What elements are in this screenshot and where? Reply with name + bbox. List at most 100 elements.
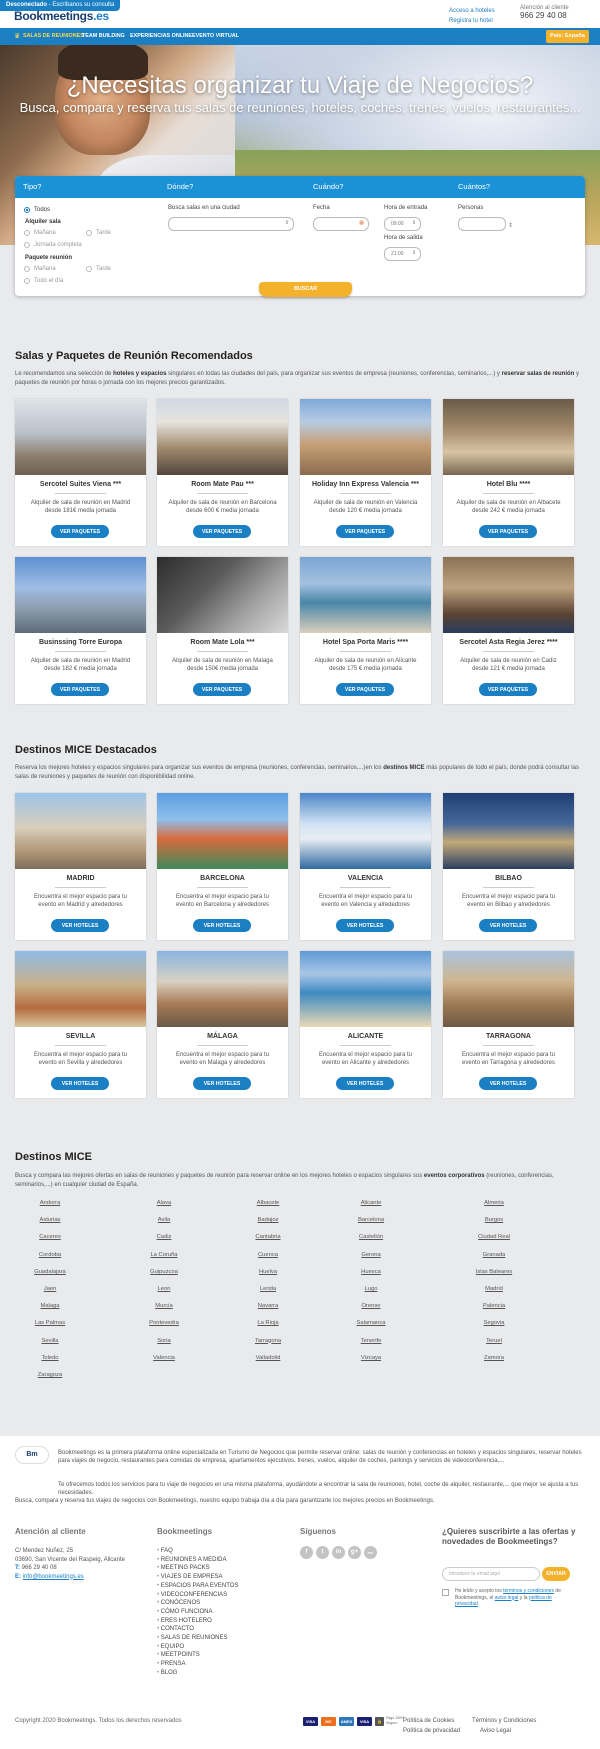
hotel-card[interactable]: Sercotel Asta Regia Jerez **** Alquiler d… [443, 557, 574, 704]
view-hotels-button[interactable]: VER HOTELES [193, 919, 251, 932]
destination-image[interactable] [157, 951, 288, 1027]
city-link[interactable]: Leon [114, 1286, 214, 1292]
city-link[interactable]: Albacete [218, 1200, 318, 1206]
legal-checkbox[interactable] [442, 1589, 449, 1596]
search-button[interactable]: BUSCAR [259, 282, 352, 297]
footer-menu-item[interactable]: CÓMO FUNCIONA [157, 1608, 238, 1617]
radio-paquete-tarde[interactable] [86, 266, 92, 272]
footer-menu-item[interactable]: REUNIONES A MEDIDA [157, 1556, 238, 1565]
footer-menu-item[interactable]: CONTACTO [157, 1625, 238, 1634]
view-hotels-button[interactable]: VER HOTELES [51, 1077, 109, 1090]
destination-card[interactable]: ALICANTE Encuentra el mejor espacio para … [300, 951, 431, 1098]
destination-image[interactable] [15, 951, 146, 1027]
view-packages-button[interactable]: VER PAQUETES [51, 683, 109, 696]
rss-icon[interactable]: rss [364, 1546, 377, 1559]
city-link[interactable]: Avila [114, 1217, 214, 1223]
footer-menu-item[interactable]: PRENSA [157, 1660, 238, 1669]
destination-image[interactable] [443, 951, 574, 1027]
hotel-card[interactable]: Room Mate Lola *** Alquiler de sala de re… [157, 557, 288, 704]
hotel-access-link[interactable]: Acceso a hoteles [449, 6, 495, 16]
city-link[interactable]: Segovia [444, 1320, 544, 1326]
radio-jornada[interactable] [24, 242, 30, 248]
city-link[interactable]: La Rioja [218, 1320, 318, 1326]
footer-menu-item[interactable]: ESPACIOS PARA EVENTOS [157, 1582, 239, 1591]
salida-select[interactable]: 21:00 ⇕ [384, 247, 421, 261]
footer-menu-item[interactable]: VIAJES DE EMPRESA [157, 1573, 238, 1582]
city-link[interactable]: Guadalajara [0, 1269, 100, 1275]
destination-card[interactable]: BARCELONA Encuentra el mejor espacio para… [157, 793, 288, 940]
destination-image[interactable] [15, 793, 146, 869]
hotel-image[interactable] [300, 399, 431, 475]
facebook-icon[interactable]: f [300, 1546, 313, 1559]
newsletter-email-input[interactable]: Introduce tu email aquí [442, 1567, 540, 1581]
personas-input[interactable] [458, 217, 506, 231]
city-link[interactable]: Cordoba [0, 1252, 100, 1258]
hotel-image[interactable] [157, 399, 288, 475]
destination-image[interactable] [157, 793, 288, 869]
city-link[interactable]: Alicante [321, 1200, 421, 1206]
city-link[interactable]: Madrid [444, 1286, 544, 1292]
city-link[interactable]: Badajoz [218, 1217, 318, 1223]
footer-menu-item[interactable]: FAQ [157, 1547, 238, 1556]
legal-notice-link[interactable]: Aviso Legal [480, 1728, 511, 1734]
nav-experiencias[interactable]: EXPERIENCIAS ONLINE [130, 33, 192, 39]
city-link[interactable]: Cantabria [218, 1234, 318, 1240]
view-packages-button[interactable]: VER PAQUETES [51, 525, 109, 538]
footer-menu-item[interactable]: BLOG [157, 1669, 238, 1678]
hotel-card[interactable]: Holiday Inn Express Valencia *** Alquiler… [300, 399, 431, 546]
city-link[interactable]: Ciudad Real [444, 1234, 544, 1240]
hotel-image[interactable] [157, 557, 288, 633]
city-link[interactable]: La Coruña [114, 1252, 214, 1258]
footer-menu-item[interactable]: VIDEOCONFERENCIAS [157, 1591, 238, 1600]
city-link[interactable]: Murcia [114, 1303, 214, 1309]
city-link[interactable]: Huelva [218, 1269, 318, 1275]
footer-menu-item[interactable]: CONÓCENOS [157, 1599, 238, 1608]
city-link[interactable]: Tarragona [218, 1338, 318, 1344]
date-input[interactable]: ▦ [313, 217, 369, 231]
view-hotels-button[interactable]: VER HOTELES [193, 1077, 251, 1090]
hotel-image[interactable] [300, 557, 431, 633]
city-link[interactable]: Vizcaya [321, 1355, 421, 1361]
view-hotels-button[interactable]: VER HOTELES [336, 1077, 394, 1090]
nav-team-building[interactable]: TEAM BUILDING [82, 33, 125, 39]
city-link[interactable]: Valencia [114, 1355, 214, 1361]
city-link[interactable]: Cadiz [114, 1234, 214, 1240]
view-hotels-button[interactable]: VER HOTELES [479, 1077, 537, 1090]
newsletter-submit-button[interactable]: ENVIAR [542, 1567, 570, 1581]
city-link[interactable]: Lugo [321, 1286, 421, 1292]
privacy-link[interactable]: Política de privacidad [403, 1728, 460, 1734]
radio-todo-dia[interactable] [24, 278, 30, 284]
city-link[interactable]: Navarra [218, 1303, 318, 1309]
destination-image[interactable] [443, 793, 574, 869]
contact-link[interactable]: - Escríbanos su consulta [49, 2, 115, 8]
hotel-card[interactable]: Hotel Blu **** Alquiler de sala de reunió… [443, 399, 574, 546]
view-hotels-button[interactable]: VER HOTELES [51, 919, 109, 932]
city-link[interactable]: Zamora [444, 1355, 544, 1361]
city-link[interactable]: Cuenca [218, 1252, 318, 1258]
city-link[interactable]: Huesca [321, 1269, 421, 1275]
view-packages-button[interactable]: VER PAQUETES [479, 683, 537, 696]
footer-phone[interactable]: T: 966 29 40 08 [15, 1564, 125, 1573]
city-link[interactable]: Sevilla [0, 1338, 100, 1344]
view-packages-button[interactable]: VER PAQUETES [336, 683, 394, 696]
country-button[interactable]: País: España [546, 30, 589, 43]
city-link[interactable]: Barcelona [321, 1217, 421, 1223]
city-link[interactable]: Zaragoza [0, 1372, 100, 1378]
destination-card[interactable]: TARRAGONA Encuentra el mejor espacio para… [443, 951, 574, 1098]
city-link[interactable]: Valladolid [218, 1355, 318, 1361]
view-packages-button[interactable]: VER PAQUETES [336, 525, 394, 538]
city-link[interactable]: Andorra [0, 1200, 100, 1206]
city-link[interactable]: Soria [114, 1338, 214, 1344]
city-link[interactable]: Castellón [321, 1234, 421, 1240]
city-link[interactable]: Pontevedra [114, 1320, 214, 1326]
city-link[interactable]: Toledo [0, 1355, 100, 1361]
hotel-card[interactable]: Room Mate Pau *** Alquiler de sala de reu… [157, 399, 288, 546]
view-hotels-button[interactable]: VER HOTELES [479, 919, 537, 932]
city-link[interactable]: Jaen [0, 1286, 100, 1292]
register-hotel-link[interactable]: Registra tu hotel [449, 16, 495, 26]
city-link[interactable]: Burgos [444, 1217, 544, 1223]
destination-card[interactable]: MADRID Encuentra el mejor espacio para tu… [15, 793, 146, 940]
footer-menu-item[interactable]: EQUIPO [157, 1643, 238, 1652]
city-link[interactable]: Granada [444, 1252, 544, 1258]
city-link[interactable]: Teruel [444, 1338, 544, 1344]
